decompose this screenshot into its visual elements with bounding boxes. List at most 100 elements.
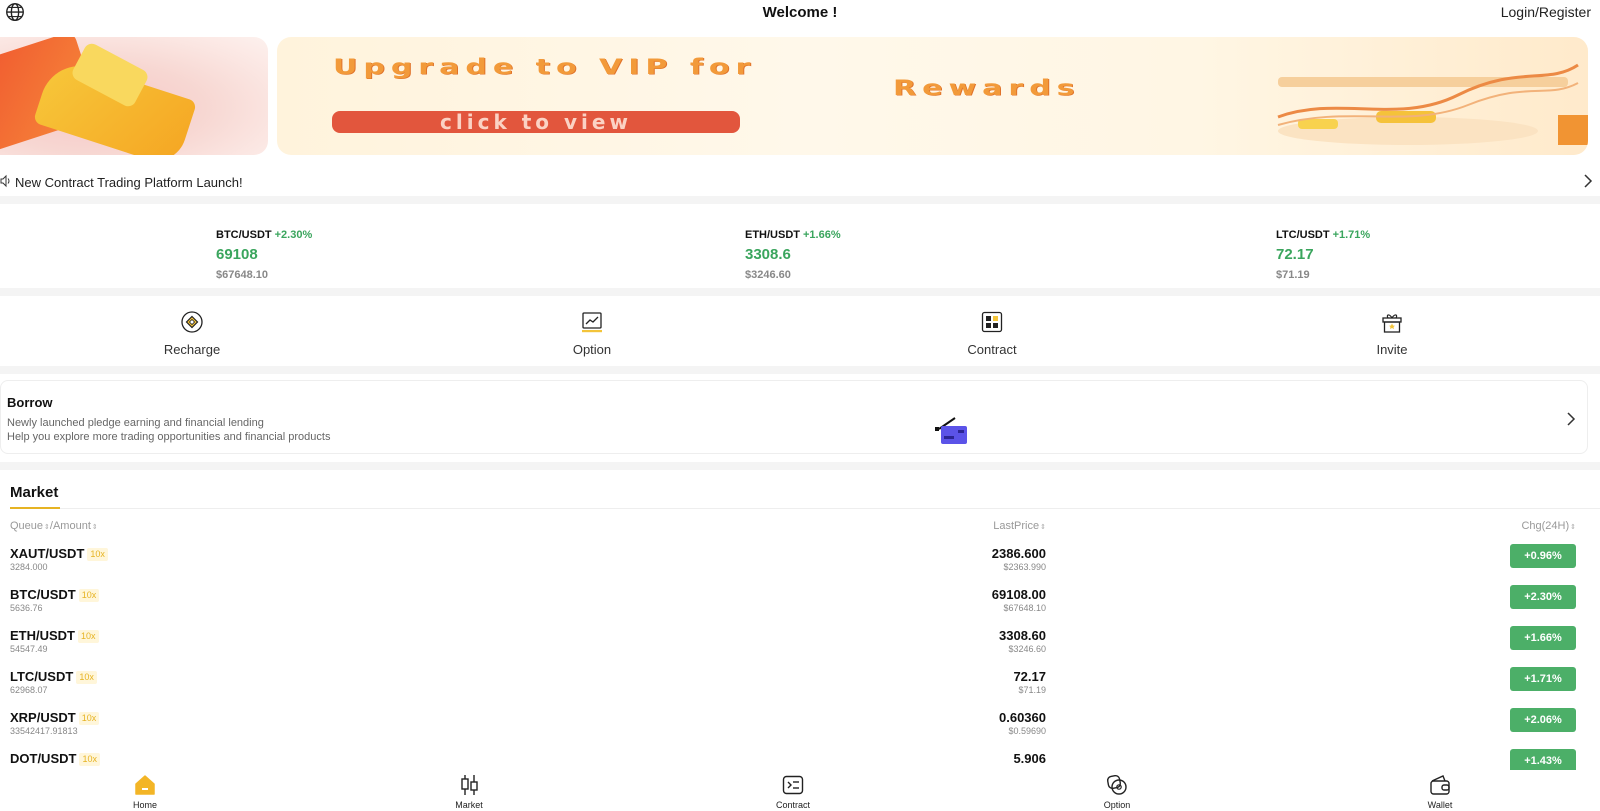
speaker-icon (0, 174, 10, 188)
nav-label: Market (455, 800, 483, 810)
ticker-price: 69108 (216, 246, 258, 263)
quick-action-label: Contract (967, 342, 1017, 357)
column-header-label: Chg(24H) (1521, 520, 1570, 532)
ticker-pair: LTC/USDT (1276, 229, 1330, 241)
row-amount: 62968.07 (10, 685, 48, 695)
quick-action-label: Recharge (163, 342, 221, 357)
ticker-price: 3308.6 (745, 246, 791, 263)
section-divider (0, 288, 1600, 296)
row-last-price: 2386.600 (991, 546, 1046, 561)
row-symbol-text: LTC/USDT (10, 669, 74, 684)
vip-banner[interactable]: Upgrade to VIP for Rewards click to view (277, 37, 1588, 155)
ticker-pair: ETH/USDT (745, 229, 800, 241)
column-header-change[interactable]: Chg(24H)⇕ (1521, 520, 1576, 532)
ticker-card[interactable]: BTC/USDT +2.30% 69108 $67648.10 (216, 225, 312, 281)
sort-icon: ⇕ (1040, 524, 1046, 531)
option-swap-icon (1106, 774, 1127, 795)
row-usd-price: $67648.10 (1003, 603, 1046, 613)
column-header-amount: /Amount (49, 520, 91, 532)
row-symbol: ETH/USDT 10x (10, 628, 99, 643)
nav-contract[interactable]: Contract (753, 773, 833, 810)
row-last-price: 69108.00 (991, 587, 1046, 602)
row-amount: 54547.49 (10, 644, 48, 654)
change-badge[interactable]: +2.30% (1510, 585, 1576, 609)
growth-chart-illustration (1277, 63, 1588, 145)
row-usd-price: $71.19 (1018, 685, 1046, 695)
nav-label: Option (1103, 800, 1131, 810)
market-row[interactable]: LTC/USDT 10x 62968.07 72.17 $71.19 +1.71% (0, 667, 1600, 709)
nav-label: Home (132, 800, 157, 810)
ticker-price: 72.17 (1276, 246, 1314, 263)
announcement-bar[interactable]: New Contract Trading Platform Launch! (0, 168, 1600, 194)
quick-action-label: Invite (1376, 342, 1408, 357)
banner-headline-line2: Rewards (893, 75, 1081, 101)
ticker-card[interactable]: ETH/USDT +1.66% 3308.6 $3246.60 (745, 225, 841, 281)
top-header: Welcome ! Login/Register (0, 0, 1600, 26)
row-usd-price: $3246.60 (1008, 644, 1046, 654)
leverage-badge: 10x (78, 589, 100, 602)
ticker-change: +2.30% (274, 229, 313, 241)
contract-terminal-icon (782, 775, 804, 795)
quick-action-contract[interactable]: Contract (932, 310, 1052, 357)
change-badge[interactable]: +1.71% (1510, 667, 1576, 691)
nav-market[interactable]: Market (429, 773, 509, 810)
nav-wallet[interactable]: Wallet (1400, 773, 1480, 810)
sort-icon: ⇕ (1570, 524, 1576, 531)
row-last-price: 72.17 (1013, 669, 1046, 684)
leverage-badge: 10x (76, 671, 97, 684)
active-tab-indicator (10, 507, 60, 509)
borrow-card[interactable]: Borrow Newly launched pledge earning and… (0, 380, 1588, 454)
ticker-usd-price: $71.19 (1276, 269, 1310, 281)
tab-market[interactable]: Market (10, 484, 58, 501)
change-badge[interactable]: +2.06% (1510, 708, 1576, 732)
option-chart-icon (582, 312, 602, 333)
market-row[interactable]: XAUT/USDT 10x 3284.000 2386.600 $2363.990 +0.… (0, 544, 1600, 586)
banner-headline: Upgrade to VIP for Rewards (333, 57, 1233, 99)
section-divider (0, 366, 1600, 374)
market-row[interactable]: ETH/USDT 10x 54547.49 3308.60 $3246.60 +1.66% (0, 626, 1600, 668)
recharge-icon (181, 311, 203, 333)
ticker-change: +1.71% (1332, 229, 1371, 241)
page-title: Welcome ! (762, 4, 838, 21)
nav-home[interactable]: Home (105, 773, 185, 810)
chevron-right-icon[interactable] (1581, 173, 1595, 189)
ticker-change: +1.66% (803, 229, 841, 241)
row-symbol: XRP/USDT 10x (10, 710, 100, 725)
row-symbol-text: ETH/USDT (10, 628, 75, 643)
row-symbol-text: XAUT/USDT (10, 546, 85, 561)
row-amount: 3284.000 (10, 562, 48, 572)
quick-action-invite[interactable]: Invite (1332, 310, 1452, 357)
nav-label: Wallet (1427, 800, 1453, 810)
column-header-last-price[interactable]: LastPrice⇕ (993, 520, 1046, 532)
row-symbol: DOT/USDT 10x (10, 751, 100, 766)
chevron-right-icon (1567, 412, 1576, 426)
quick-action-option[interactable]: Option (532, 310, 652, 357)
change-badge[interactable]: +1.66% (1510, 626, 1576, 650)
market-row[interactable]: BTC/USDT 10x 5636.76 69108.00 $67648.10 +2.30… (0, 585, 1600, 627)
globe-icon[interactable] (4, 1, 26, 23)
ticker-card[interactable]: LTC/USDT +1.71% 72.17 $71.19 (1276, 225, 1370, 281)
banner-headline-line1: Upgrade to VIP for (333, 54, 757, 80)
nav-option[interactable]: Option (1077, 773, 1157, 810)
banner-cta-button[interactable]: click to view (332, 111, 740, 133)
wallet-icon (1430, 775, 1450, 795)
column-header-queue: Queue (10, 520, 44, 532)
row-amount: 33542417.91813 (10, 726, 78, 736)
row-symbol: BTC/USDT 10x (10, 587, 100, 602)
candlestick-icon (461, 775, 478, 795)
column-header-queue-amount[interactable]: Queue⇕/Amount⇕ (10, 520, 98, 532)
bottom-navigation: Home Market Contract Option Wallet (0, 770, 1600, 811)
row-symbol-text: XRP/USDT (10, 710, 76, 725)
column-header-label: LastPrice (993, 520, 1040, 532)
nav-label: Contract (775, 800, 810, 810)
borrow-description: Newly launched pledge earning and financ… (7, 417, 264, 429)
leverage-badge: 10x (78, 712, 100, 725)
change-badge[interactable]: +0.96% (1510, 544, 1576, 568)
row-usd-price: $2363.990 (1003, 562, 1046, 572)
home-icon (135, 775, 155, 795)
row-symbol-text: BTC/USDT (10, 587, 76, 602)
quick-action-recharge[interactable]: Recharge (132, 310, 252, 357)
login-register-link[interactable]: Login/Register (1501, 4, 1591, 20)
market-row[interactable]: XRP/USDT 10x 33542417.91813 0.60360 $0.59690… (0, 708, 1600, 750)
banner-slide-previous[interactable] (0, 37, 268, 155)
